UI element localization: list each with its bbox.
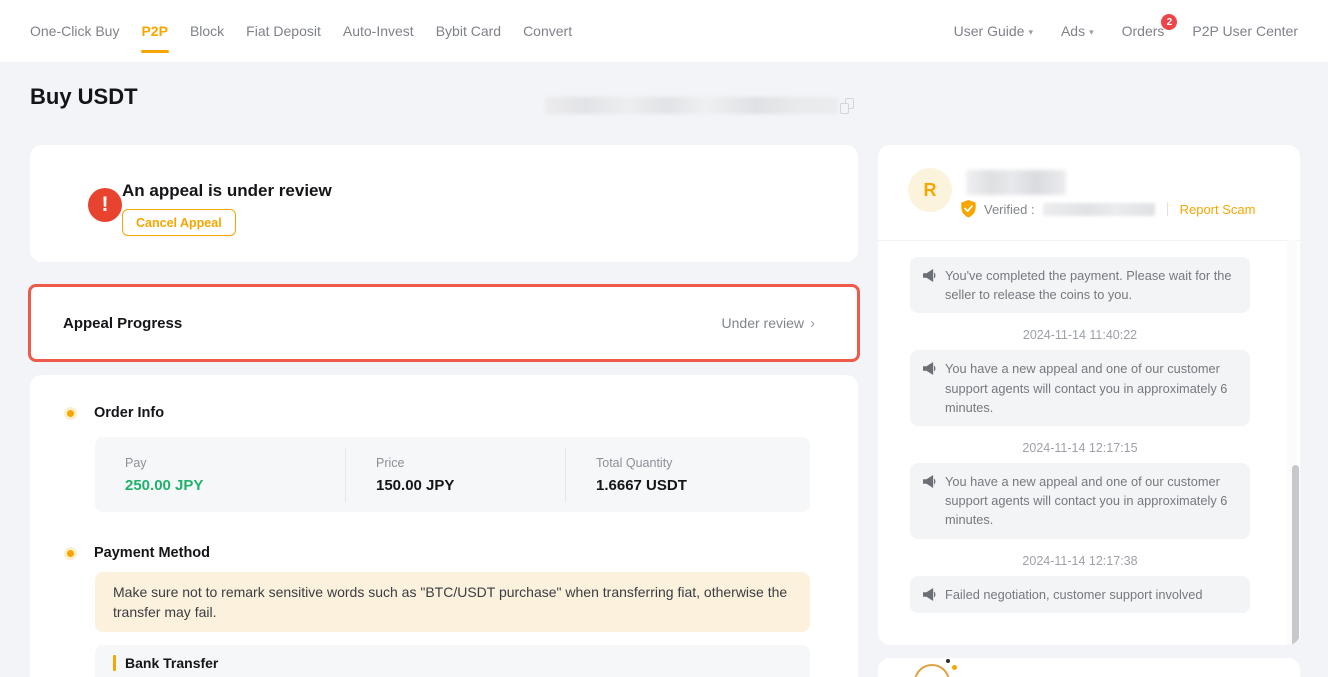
verified-value-redacted <box>1043 203 1155 216</box>
p2p-user-center-link[interactable]: P2P User Center <box>1192 23 1298 39</box>
orders-link[interactable]: Orders 2 <box>1122 23 1165 39</box>
payment-method-heading: Payment Method <box>94 545 210 561</box>
counterparty-name-redacted <box>966 170 1066 195</box>
caret-down-icon: ▾ <box>1028 27 1033 37</box>
copy-icon-front <box>840 103 849 114</box>
chat-input-area <box>878 658 1300 677</box>
pay-field: Pay 250.00 JPY <box>95 448 345 502</box>
chat-header: R Verified : Report Scam <box>878 145 1300 240</box>
total-quantity-label: Total Quantity <box>596 456 810 470</box>
appeal-status-text: Under review <box>722 315 804 331</box>
user-guide-label: User Guide <box>954 23 1025 39</box>
system-message-bubble: You have a new appeal and one of our cus… <box>910 463 1250 539</box>
message-timestamp: 2024-11-14 11:40:22 <box>910 328 1250 342</box>
nav-utilities: User Guide▾ Ads▾ Orders 2 P2P User Cente… <box>954 23 1298 39</box>
appeal-banner-card: ! An appeal is under review Cancel Appea… <box>30 145 858 262</box>
megaphone-icon <box>922 587 937 602</box>
message-text: You have a new appeal and one of our cus… <box>945 472 1238 530</box>
total-quantity-value: 1.6667 USDT <box>596 477 810 494</box>
report-scam-link[interactable]: Report Scam <box>1180 202 1256 217</box>
nav-block[interactable]: Block <box>190 3 224 59</box>
system-message-bubble: You have a new appeal and one of our cus… <box>910 350 1250 426</box>
verified-row: Verified : Report Scam <box>960 200 1255 218</box>
bullet-dot-icon <box>67 410 74 417</box>
nav-fiat-deposit[interactable]: Fiat Deposit <box>246 3 321 59</box>
payment-method-box: Bank Transfer <box>95 645 810 677</box>
order-info-section-header: Order Info <box>67 405 164 421</box>
appeal-progress-label: Appeal Progress <box>63 315 182 332</box>
order-details-card: Order Info Pay 250.00 JPY Price 150.00 J… <box>30 375 858 677</box>
ads-label: Ads <box>1061 23 1085 39</box>
orders-label: Orders <box>1122 23 1165 39</box>
emoji-icon[interactable] <box>914 664 950 677</box>
sparkle-icon <box>946 659 950 663</box>
chat-message-list: You've completed the payment. Please wai… <box>878 240 1300 645</box>
nav-bybit-card[interactable]: Bybit Card <box>436 3 501 59</box>
ads-menu[interactable]: Ads ▾ <box>1061 23 1094 39</box>
nav-one-click-buy[interactable]: One-Click Buy <box>30 3 119 59</box>
vertical-divider <box>1167 202 1168 216</box>
price-field: Price 150.00 JPY <box>345 448 565 502</box>
nav-auto-invest[interactable]: Auto-Invest <box>343 3 414 59</box>
system-message-bubble: Failed negotiation, customer support inv… <box>910 576 1250 613</box>
caret-down-icon: ▾ <box>1089 27 1094 37</box>
alert-exclamation-icon: ! <box>88 188 122 222</box>
message-timestamp: 2024-11-14 12:17:15 <box>910 441 1250 455</box>
nav-tabs: One-Click Buy P2P Block Fiat Deposit Aut… <box>30 3 572 59</box>
megaphone-icon <box>922 268 937 283</box>
message-text: Failed negotiation, customer support inv… <box>945 585 1203 604</box>
cancel-appeal-button[interactable]: Cancel Appeal <box>122 209 236 236</box>
orders-count-badge: 2 <box>1161 14 1177 30</box>
top-navigation: One-Click Buy P2P Block Fiat Deposit Aut… <box>0 0 1328 62</box>
payment-method-section-header: Payment Method <box>67 545 210 561</box>
chat-panel: R Verified : Report Scam You've complete… <box>878 145 1300 645</box>
appeal-progress-row[interactable]: Appeal Progress Under review › <box>28 284 860 362</box>
verified-shield-icon <box>960 200 977 218</box>
system-message-bubble: You've completed the payment. Please wai… <box>910 257 1250 313</box>
counterparty-avatar[interactable]: R <box>908 168 952 212</box>
order-info-heading: Order Info <box>94 405 164 421</box>
chevron-right-icon: › <box>810 315 815 332</box>
bank-transfer-label: Bank Transfer <box>125 655 218 671</box>
message-timestamp: 2024-11-14 12:17:38 <box>910 554 1250 568</box>
payment-warning-note: Make sure not to remark sensitive words … <box>95 572 810 632</box>
price-label: Price <box>376 456 565 470</box>
user-guide-menu[interactable]: User Guide▾ <box>954 23 1033 39</box>
nav-p2p[interactable]: P2P <box>141 3 167 59</box>
appeal-title: An appeal is under review <box>122 181 332 201</box>
megaphone-icon <box>922 361 937 376</box>
total-quantity-field: Total Quantity 1.6667 USDT <box>565 448 810 502</box>
bank-transfer-row: Bank Transfer <box>113 655 218 671</box>
message-text: You have a new appeal and one of our cus… <box>945 359 1238 417</box>
copy-icon[interactable] <box>840 98 854 114</box>
pay-value: 250.00 JPY <box>125 477 345 494</box>
order-info-box: Pay 250.00 JPY Price 150.00 JPY Total Qu… <box>95 437 810 512</box>
order-number-redacted <box>545 97 838 114</box>
price-value: 150.00 JPY <box>376 477 565 494</box>
sparkle-icon <box>952 665 957 670</box>
accent-bar-icon <box>113 655 116 671</box>
bullet-dot-icon <box>67 550 74 557</box>
page-title: Buy USDT <box>30 84 138 110</box>
appeal-progress-status[interactable]: Under review › <box>722 315 815 332</box>
payment-warning-text: Make sure not to remark sensitive words … <box>113 582 792 623</box>
megaphone-icon <box>922 474 937 489</box>
message-text: You've completed the payment. Please wai… <box>945 266 1238 304</box>
verified-label: Verified : <box>984 202 1035 217</box>
nav-convert[interactable]: Convert <box>523 3 572 59</box>
chat-scrollbar-thumb[interactable] <box>1292 465 1299 645</box>
pay-label: Pay <box>125 456 345 470</box>
